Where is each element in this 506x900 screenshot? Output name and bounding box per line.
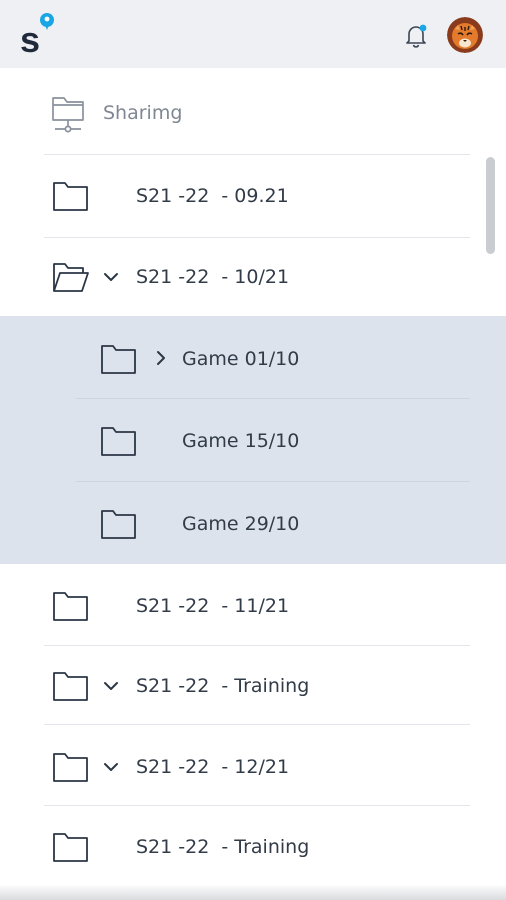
divider xyxy=(76,481,470,482)
chevron-right-icon[interactable] xyxy=(152,349,170,367)
divider xyxy=(44,805,470,806)
scrollbar-thumb[interactable] xyxy=(486,157,495,254)
chevron-down-icon[interactable] xyxy=(102,677,120,695)
shared-folder-network-icon xyxy=(52,97,84,133)
folder-label: S21 -22 - Training xyxy=(136,675,310,697)
subfolder-row[interactable]: Game 01/10 xyxy=(0,339,506,379)
svg-text:s: s xyxy=(20,19,40,58)
folder-label: S21 -22 - 12/21 xyxy=(136,756,290,778)
folder-icon xyxy=(101,427,136,456)
folder-row[interactable]: S21 -22 - 11/21 xyxy=(0,586,506,626)
folder-icon xyxy=(53,833,88,862)
folder-label: S21 -22 - 10/21 xyxy=(136,266,290,288)
folder-icon xyxy=(53,672,88,701)
bottom-edge-shadow xyxy=(0,884,506,900)
folder-row[interactable]: S21 -22 - Training xyxy=(0,666,506,706)
top-bar: s xyxy=(0,0,506,68)
folder-icon xyxy=(53,592,88,621)
sharing-section[interactable]: Sharimg xyxy=(0,88,506,144)
app-window: s Sharimg S21 -22 - 09.21 S21 -22 - 10/2… xyxy=(0,0,506,900)
subfolder-row[interactable]: Game 29/10 xyxy=(0,504,506,544)
app-logo[interactable]: s xyxy=(18,10,58,58)
subfolder-label: Game 29/10 xyxy=(182,513,300,535)
divider xyxy=(44,237,470,238)
folder-label: S21 -22 - 11/21 xyxy=(136,595,290,617)
folder-row-expanded[interactable]: S21 -22 - 10/21 xyxy=(0,257,506,297)
folder-row[interactable]: S21 -22 - Training xyxy=(0,827,506,867)
chevron-down-icon[interactable] xyxy=(102,758,120,776)
folder-icon xyxy=(53,182,88,211)
folder-icon xyxy=(53,753,88,782)
folder-icon xyxy=(101,345,136,374)
divider xyxy=(44,154,470,155)
chevron-down-icon[interactable] xyxy=(102,268,120,286)
sharing-label: Sharimg xyxy=(103,102,183,124)
divider xyxy=(76,398,470,399)
open-folder-icon xyxy=(53,263,89,292)
user-avatar[interactable] xyxy=(447,17,483,53)
bell-icon[interactable] xyxy=(402,22,430,50)
folder-label: S21 -22 - Training xyxy=(136,836,310,858)
subfolder-label: Game 15/10 xyxy=(182,430,300,452)
divider xyxy=(44,645,470,646)
folder-icon xyxy=(101,510,136,539)
divider xyxy=(44,724,470,725)
folder-row[interactable]: S21 -22 - 09.21 xyxy=(0,176,506,216)
folder-label: S21 -22 - 09.21 xyxy=(136,185,289,207)
folder-row[interactable]: S21 -22 - 12/21 xyxy=(0,747,506,787)
subfolder-label: Game 01/10 xyxy=(182,348,300,370)
subfolder-row[interactable]: Game 15/10 xyxy=(0,421,506,461)
